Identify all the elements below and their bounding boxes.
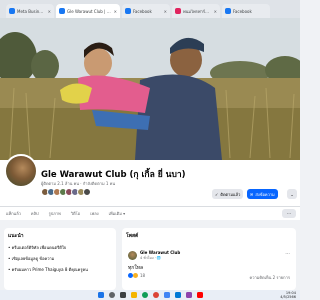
task-view-icon[interactable] <box>119 292 126 298</box>
tab-more[interactable]: เพิ่มเติม ▾ <box>109 210 126 217</box>
follow-button[interactable]: ✓ ติดตามแล้ว <box>212 189 244 199</box>
close-icon[interactable]: ✕ <box>164 9 167 14</box>
browser-tab-strip: Meta Business Suite ✕ Gle Warawut Club |… <box>0 0 300 18</box>
tab-label: Meta Business Suite <box>17 8 46 14</box>
browser-tab-facebook[interactable]: Facebook ✕ <box>122 4 170 18</box>
browser-tab-facebook-2[interactable]: Facebook <box>222 4 270 18</box>
avatar[interactable] <box>128 251 137 260</box>
windows-start-icon[interactable] <box>97 292 104 298</box>
intro-line: • เชิญเลยข้อมูลดู ข้อความ <box>8 256 55 261</box>
messenger-icon: ✉ <box>250 191 254 197</box>
search-icon[interactable] <box>108 292 115 298</box>
check-icon: ✓ <box>215 191 219 197</box>
taskbar-clock[interactable]: 19:04 4/5/2566 <box>280 291 296 299</box>
photos-icon[interactable] <box>185 292 192 298</box>
edge-icon[interactable] <box>141 292 148 298</box>
post-card: โพสต์ Gle Warawut Club 4 ชั่วโมง · 🌐 ···… <box>122 228 296 290</box>
close-icon[interactable]: ✕ <box>48 9 51 14</box>
intro-card: แนะนำ • ครีเอเตอร์ดิจิทัล เพื่อนดนตรีดีใ… <box>4 228 116 290</box>
follower-avatars[interactable] <box>41 188 91 196</box>
post-header: Gle Warawut Club 4 ชั่วโมง · 🌐 <box>128 250 180 261</box>
message-button-label: ส่งข้อความ <box>255 191 275 197</box>
tab-clips[interactable]: คลิป <box>31 210 39 217</box>
tab-label: Gle Warawut Club | Facebook <box>67 8 112 14</box>
tab-label: Facebook <box>233 8 252 14</box>
cover-photo-illustration <box>0 18 300 160</box>
taskbar: 19:04 4/5/2566 <box>0 290 300 300</box>
tab-label: Facebook <box>133 8 152 14</box>
clock-date: 4/5/2566 <box>280 295 296 299</box>
intro-line[interactable]: • ครับผมคาว Prime Thaiguya 8 ดีคุณครูคน <box>8 266 112 273</box>
youtube-icon[interactable] <box>196 292 203 298</box>
profile-stats[interactable]: ผู้ติดตาม 2.1 ล้าน คน · กำลังติดตาม 1 คน <box>41 180 115 187</box>
post-reactions[interactable]: 18 <box>128 273 145 278</box>
browser-tab-meta-business[interactable]: Meta Business Suite ✕ <box>6 4 54 18</box>
chrome-icon[interactable] <box>152 292 159 298</box>
intro-title: แนะนำ <box>8 233 24 239</box>
posts-section-title: โพสต์ <box>126 233 139 239</box>
profile-name: Gle Warawut Club (กุ เกิ้ล ยี่ นบา) <box>41 170 186 180</box>
close-icon[interactable]: ✕ <box>114 9 117 14</box>
app-favicon-icon <box>175 8 181 14</box>
store-icon[interactable] <box>163 292 170 298</box>
comment-count[interactable]: ความคิดเห็น 2 รายการ <box>250 274 290 281</box>
cover-photo[interactable] <box>0 18 300 160</box>
profile-avatar[interactable] <box>4 154 38 188</box>
facebook-favicon-icon <box>9 8 15 14</box>
more-options-button[interactable]: ⌄ <box>287 189 297 199</box>
close-icon[interactable]: ✕ <box>214 9 217 14</box>
profile-nav: แท็กแล้ว คลิป รูปภาพ วิดีโอ เพลง เพิ่มเต… <box>0 206 300 220</box>
facebook-favicon-icon <box>225 8 231 14</box>
chevron-down-icon: ⌄ <box>290 191 294 197</box>
explorer-icon[interactable] <box>130 292 137 298</box>
reaction-count: 18 <box>140 273 146 278</box>
tab-tagged[interactable]: แท็กแล้ว <box>6 210 21 217</box>
tab-photos[interactable]: รูปภาพ <box>49 210 61 217</box>
mail-icon[interactable] <box>174 292 181 298</box>
message-button[interactable]: ✉ ส่งข้อความ <box>247 189 278 199</box>
more-options-icon[interactable]: ··· <box>285 251 290 257</box>
tab-videos[interactable]: วิดีโอ <box>71 210 80 217</box>
post-timestamp[interactable]: 4 ชั่วโมง · 🌐 <box>140 255 180 261</box>
follow-button-label: ติดตามแล้ว <box>220 191 241 197</box>
avatar <box>83 188 91 196</box>
intro-line: • ครีเอเตอร์ดิจิทัล เพื่อนดนตรีดีใจ <box>8 245 67 250</box>
nav-more-button[interactable]: ··· <box>282 209 296 218</box>
tab-music[interactable]: เพลง <box>90 210 98 217</box>
browser-tab-profile[interactable]: Gle Warawut Club | Facebook ✕ <box>56 4 120 18</box>
haha-icon <box>133 273 138 278</box>
post-text: ทุกใหล <box>128 265 144 271</box>
tab-label: พนมไพรฟาร์มสุข ... <box>183 8 212 14</box>
facebook-favicon-icon <box>125 8 131 14</box>
browser-tab-farm[interactable]: พนมไพรฟาร์มสุข ... ✕ <box>172 4 220 18</box>
facebook-favicon-icon <box>59 8 65 14</box>
